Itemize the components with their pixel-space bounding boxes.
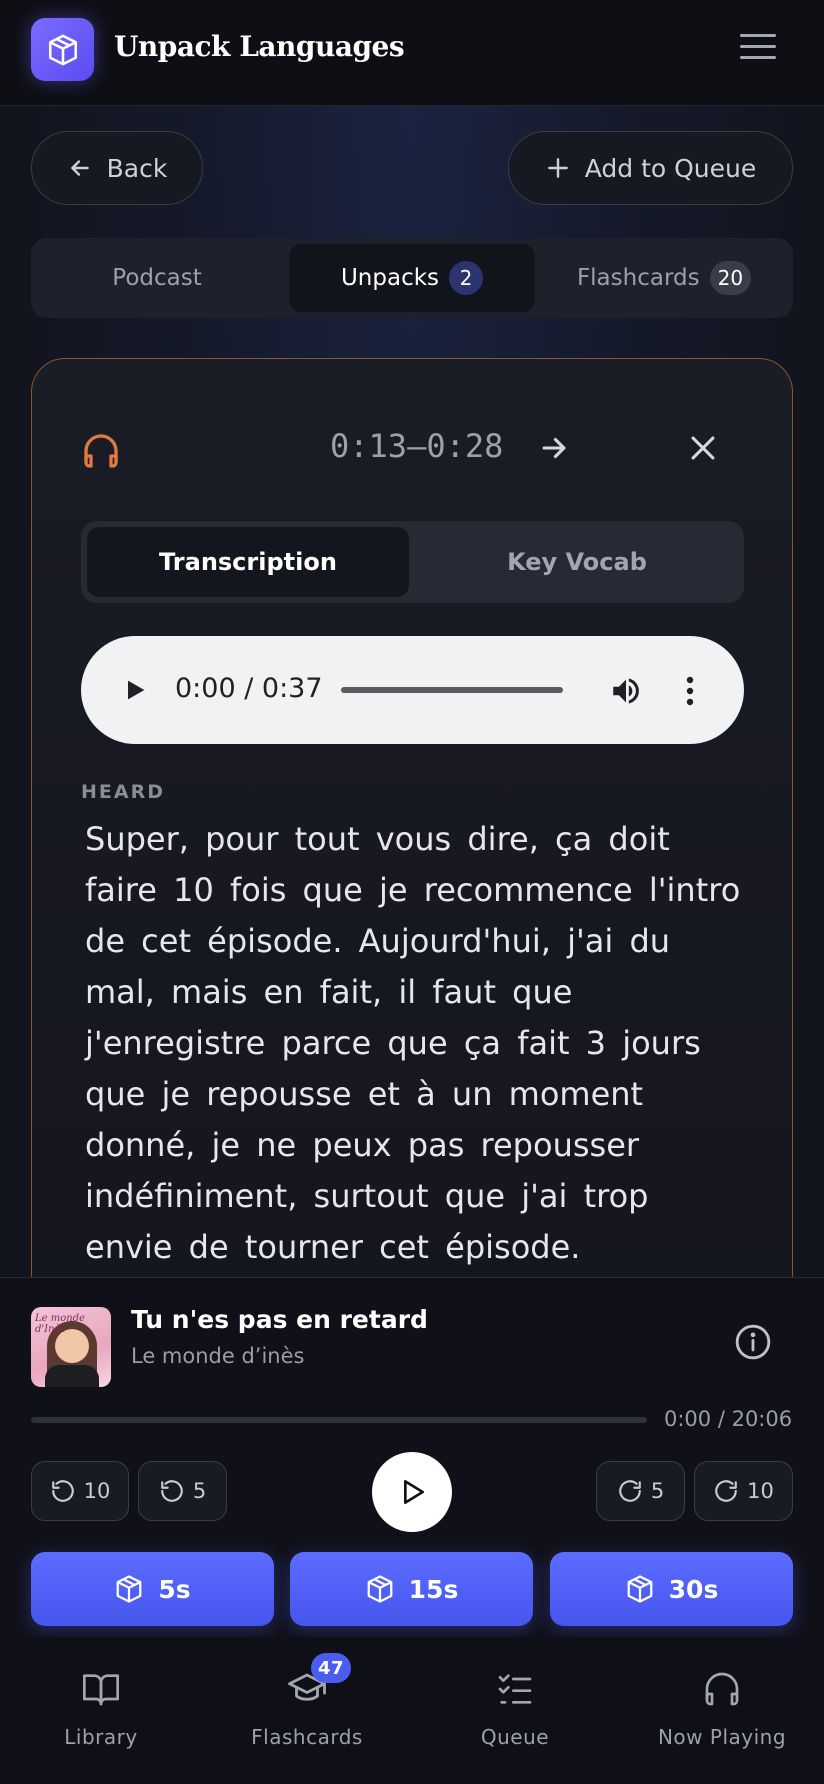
tab-label: Unpacks — [340, 265, 440, 291]
headphones-icon — [81, 431, 121, 475]
track-title: Tu n'es pas en retard — [131, 1305, 428, 1334]
play-icon[interactable] — [121, 676, 149, 708]
heard-label: HEARD — [81, 781, 165, 803]
unpack-subtabs: Transcription Key Vocab — [81, 521, 744, 603]
cover-text: Le monde d'Inès — [35, 1313, 85, 1335]
skip-back-10-button[interactable]: 10 — [31, 1461, 129, 1521]
box-icon — [116, 1575, 142, 1603]
audio-player: 0:00 / 0:37 — [81, 636, 744, 744]
play-button[interactable] — [372, 1452, 452, 1532]
nav-library[interactable]: Library — [1, 1667, 201, 1749]
info-icon[interactable] — [734, 1323, 772, 1365]
nav-now-playing[interactable]: Now Playing — [622, 1667, 822, 1749]
arrow-left-icon — [70, 160, 89, 176]
nav-label: Queue — [480, 1725, 550, 1749]
box-icon — [627, 1575, 653, 1603]
add-to-queue-button[interactable]: Add to Queue — [508, 131, 793, 205]
playback-time: 0:00 / 20:06 — [664, 1407, 793, 1431]
graduation-cap-icon: 47 — [207, 1653, 407, 1711]
unpack-label: 15s — [408, 1574, 459, 1604]
skip-label: 5 — [650, 1479, 665, 1503]
rewind-icon — [160, 1480, 183, 1502]
tab-transcription[interactable]: Transcription — [87, 527, 409, 597]
tab-flashcards[interactable]: Flashcards 20 — [541, 244, 787, 312]
unpack-30s-button[interactable]: 30s — [550, 1552, 793, 1626]
track-artist: Le monde d’inès — [131, 1344, 305, 1368]
headphones-icon — [622, 1667, 822, 1711]
mini-player: Le monde d'Inès Tu n'es pas en retard Le… — [0, 1277, 824, 1637]
tab-key-vocab[interactable]: Key Vocab — [417, 527, 737, 597]
close-icon[interactable] — [686, 431, 720, 469]
forward-icon — [715, 1480, 737, 1502]
back-label: Back — [106, 153, 168, 183]
unpack-5s-button[interactable]: 5s — [31, 1552, 274, 1626]
play-icon — [404, 1480, 424, 1504]
rewind-icon — [51, 1480, 74, 1502]
unpack-label: 30s — [668, 1574, 719, 1604]
tab-unpacks[interactable]: Unpacks 2 — [289, 244, 535, 312]
skip-back-5-button[interactable]: 5 — [138, 1461, 227, 1521]
app-title: Unpack Languages — [114, 30, 405, 63]
more-options-icon[interactable] — [684, 676, 696, 710]
tab-label: Podcast — [112, 265, 202, 291]
count-badge: 20 — [709, 261, 752, 295]
hamburger-icon[interactable] — [740, 34, 776, 64]
back-button[interactable]: Back — [31, 131, 203, 205]
heard-transcript: Super, pour tout vous dire, ça doit fair… — [85, 820, 741, 1266]
forward-icon — [618, 1480, 641, 1502]
tab-label: Flashcards — [576, 265, 700, 291]
notification-badge: 47 — [311, 1653, 351, 1683]
skip-label: 10 — [747, 1479, 774, 1503]
app-header: Unpack Languages — [0, 0, 824, 106]
nav-label: Now Playing — [657, 1725, 787, 1749]
arrow-right-icon[interactable] — [537, 431, 571, 469]
audio-time: 0:00 / 0:37 — [175, 673, 323, 704]
skip-forward-5-button[interactable]: 5 — [596, 1461, 685, 1521]
nav-flashcards[interactable]: 47 Flashcards — [207, 1653, 407, 1749]
add-to-queue-label: Add to Queue — [584, 153, 757, 183]
nav-label: Flashcards — [251, 1725, 363, 1749]
tab-podcast[interactable]: Podcast — [37, 244, 277, 312]
plus-icon — [547, 158, 568, 178]
nav-queue[interactable]: Queue — [415, 1667, 615, 1749]
skip-label: 5 — [192, 1479, 207, 1503]
unpack-15s-button[interactable]: 15s — [290, 1552, 533, 1626]
time-range: 0:13–0:28 — [330, 427, 504, 465]
box-icon — [367, 1575, 393, 1603]
nav-label: Library — [64, 1725, 138, 1749]
content-tabs: Podcast Unpacks 2 Flashcards 20 — [31, 238, 793, 318]
podcast-cover[interactable]: Le monde d'Inès — [31, 1307, 111, 1387]
checklist-icon — [415, 1667, 615, 1711]
book-icon — [1, 1667, 201, 1711]
volume-icon[interactable] — [609, 674, 643, 712]
playback-progress-bar[interactable] — [31, 1417, 647, 1423]
unpack-label: 5s — [158, 1574, 191, 1604]
count-badge: 2 — [449, 261, 484, 295]
box-icon[interactable] — [31, 18, 94, 81]
bottom-nav: Library 47 Flashcards Queue Now Playing — [0, 1637, 824, 1784]
audio-seek-bar[interactable] — [341, 687, 563, 693]
skip-label: 10 — [83, 1479, 111, 1503]
skip-forward-10-button[interactable]: 10 — [694, 1461, 793, 1521]
unpack-card: 0:13–0:28 Transcription Key Vocab 0:00 /… — [31, 358, 793, 1358]
